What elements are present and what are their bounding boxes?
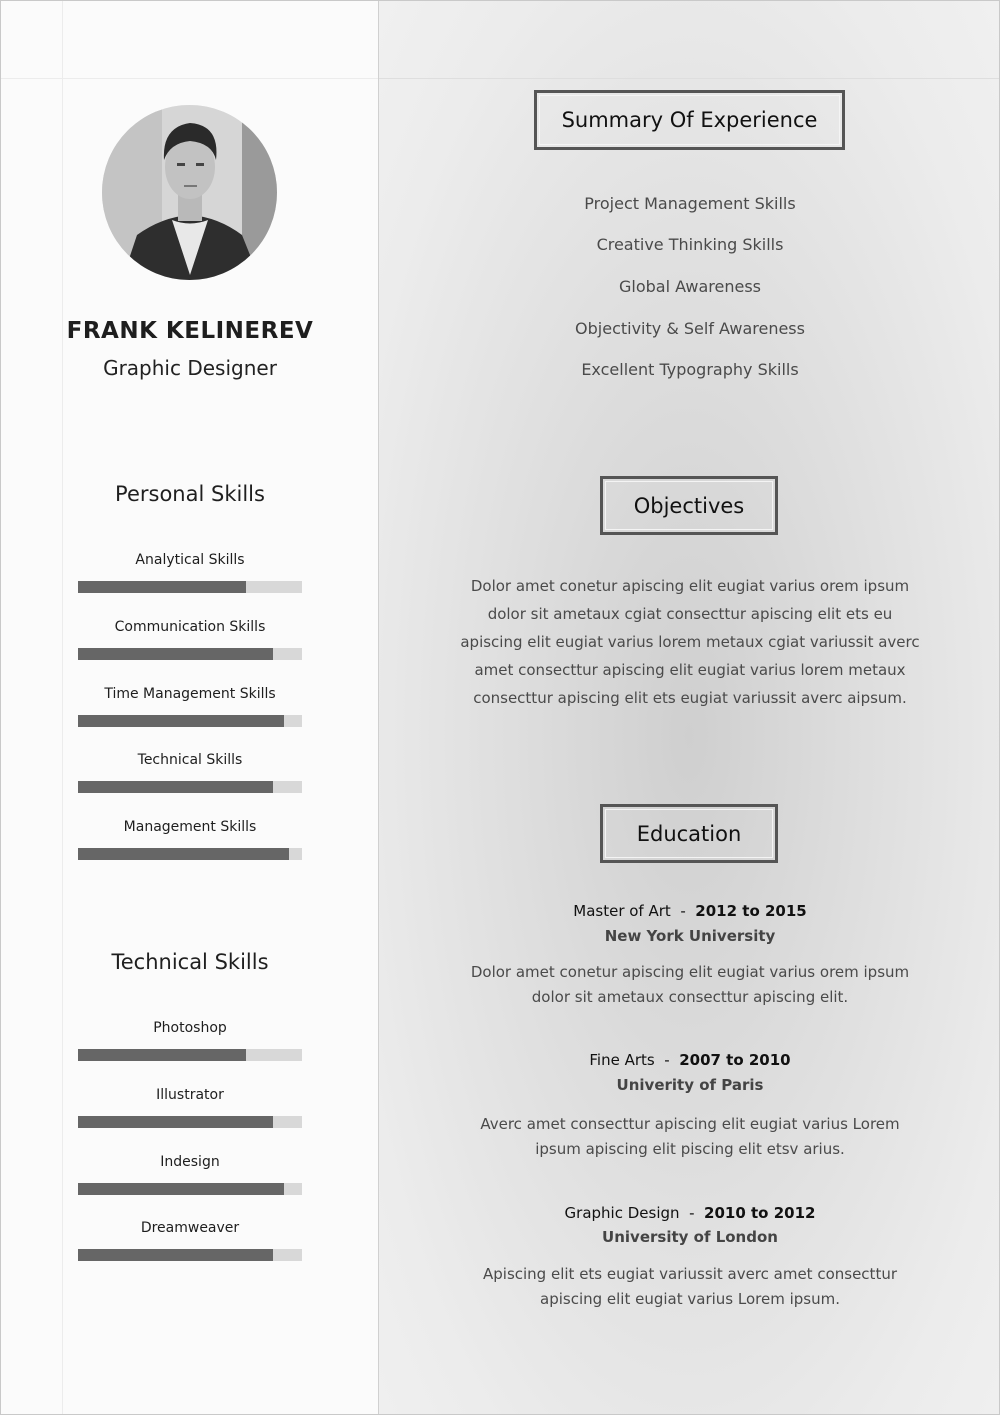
technical-skills-heading: Technical Skills — [111, 950, 269, 974]
skill-bar-fill — [78, 1049, 246, 1061]
personal-skill-item: Communication Skills — [78, 618, 302, 660]
education-description: Dolor amet conetur apiscing elit eugiat … — [470, 963, 910, 1006]
experience-item: Project Management Skills — [584, 194, 796, 213]
skill-bar-fill — [78, 581, 246, 593]
degree-years: 2012 to 2015 — [695, 902, 807, 920]
skill-label: Dreamweaver — [140, 1220, 240, 1236]
technical-skill-item: Illustrator — [78, 1086, 302, 1128]
profile-photo — [102, 105, 277, 280]
skill-bar — [78, 581, 302, 593]
degree-years: 2007 to 2010 — [679, 1051, 791, 1069]
technical-skill-item: Indesign — [78, 1153, 302, 1195]
education-degree-line: Graphic Design - 2010 to 2012 — [564, 1204, 816, 1222]
experience-item: Creative Thinking Skills — [596, 235, 784, 254]
personal-skill-item: Management Skills — [78, 818, 302, 860]
degree-name: Master of Art — [573, 902, 671, 920]
education-heading: Education — [600, 804, 778, 863]
skill-label: Time Management Skills — [104, 686, 276, 702]
school-name: Univerity of Paris — [616, 1076, 764, 1094]
skill-label: Management Skills — [123, 819, 257, 835]
skill-bar-fill — [78, 1116, 273, 1128]
skill-bar — [78, 1183, 302, 1195]
main-top-rule — [379, 78, 999, 79]
degree-name: Graphic Design — [564, 1204, 680, 1222]
summary-heading: Summary Of Experience — [534, 90, 845, 150]
technical-skill-item: Photoshop — [78, 1019, 302, 1061]
skill-label: Technical Skills — [137, 752, 243, 768]
skill-bar — [78, 1116, 302, 1128]
sidebar-top-rule — [1, 78, 378, 79]
personal-skill-item: Analytical Skills — [78, 551, 302, 593]
personal-skills-heading: Personal Skills — [115, 482, 265, 506]
skill-bar-fill — [78, 648, 273, 660]
technical-skill-item: Dreamweaver — [78, 1219, 302, 1261]
degree-name: Fine Arts — [589, 1051, 655, 1069]
education-description: Apiscing elit ets eugiat variussit averc… — [483, 1265, 897, 1308]
skill-bar-fill — [78, 1249, 273, 1261]
skill-bar — [78, 1249, 302, 1261]
skill-label: Analytical Skills — [135, 552, 245, 568]
objectives-text: Dolor amet conetur apiscing elit eugiat … — [460, 577, 920, 707]
skill-label: Communication Skills — [114, 619, 266, 635]
education-degree-line: Master of Art - 2012 to 2015 — [573, 902, 807, 920]
objectives-heading: Objectives — [600, 476, 778, 535]
education-degree-line: Fine Arts - 2007 to 2010 — [589, 1051, 791, 1069]
skill-label: Indesign — [160, 1154, 220, 1170]
education-description: Averc amet consecttur apiscing elit eugi… — [480, 1115, 900, 1158]
skill-bar — [78, 848, 302, 860]
sidebar-guide-line — [62, 1, 63, 1414]
skill-bar-fill — [78, 715, 285, 727]
experience-item: Objectivity & Self Awareness — [575, 319, 805, 338]
skill-bar — [78, 1049, 302, 1061]
skill-bar-fill — [78, 1183, 285, 1195]
experience-item: Excellent Typography Skills — [581, 360, 799, 379]
skill-bar-fill — [78, 781, 273, 793]
degree-years: 2010 to 2012 — [704, 1204, 816, 1222]
school-name: New York University — [604, 927, 776, 945]
skill-label: Photoshop — [153, 1020, 227, 1036]
skill-bar — [78, 715, 302, 727]
school-name: University of London — [602, 1228, 778, 1246]
personal-skill-item: Technical Skills — [78, 751, 302, 793]
candidate-role: Graphic Designer — [103, 356, 277, 380]
skill-bar — [78, 781, 302, 793]
skill-label: Illustrator — [156, 1087, 224, 1103]
skill-bar-fill — [78, 848, 289, 860]
candidate-name: FRANK KELINEREV — [66, 318, 314, 344]
skill-bar — [78, 648, 302, 660]
portrait-image — [102, 105, 277, 280]
experience-item: Global Awareness — [618, 277, 762, 296]
personal-skill-item: Time Management Skills — [78, 685, 302, 727]
